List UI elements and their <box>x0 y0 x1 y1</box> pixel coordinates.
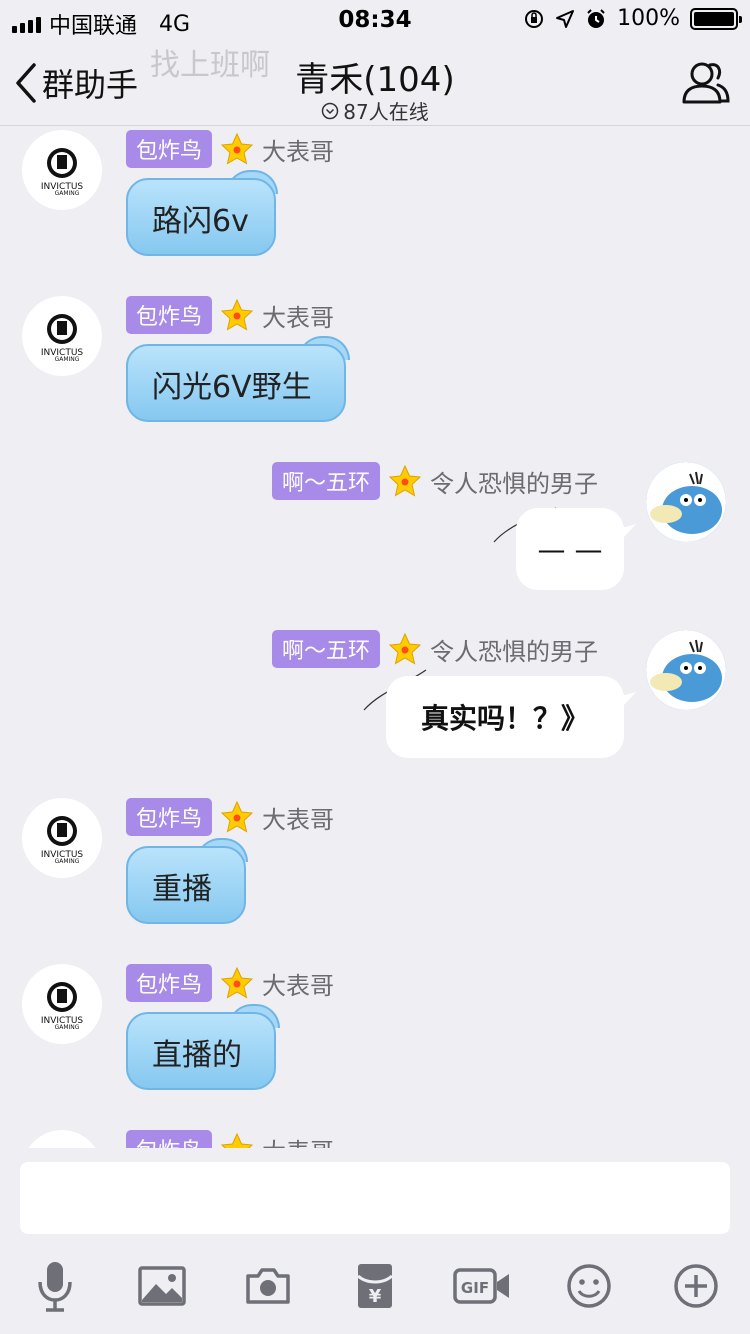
title-badge: 啊～五环 <box>272 630 381 668</box>
nav-bar: 找上班啊 群助手 青禾(104) 87人在线 <box>0 40 750 126</box>
input-toolbar: ¥ GIF <box>0 1250 750 1320</box>
star-icon <box>220 298 254 331</box>
message-bubble[interactable]: 直播的 <box>126 1012 276 1090</box>
sender-name: 大表哥 <box>262 805 335 834</box>
message-text: 重播 <box>152 872 212 907</box>
message-text: — — <box>537 532 603 566</box>
duck-avatar-icon <box>646 462 726 542</box>
star-icon <box>220 132 254 165</box>
page-title: 青禾(104) <box>295 60 455 100</box>
message-text: 闪光6V野生 <box>152 370 312 405</box>
sender-meta: 包炸鸟 大表哥 <box>126 798 334 836</box>
avatar-ig[interactable]: INVICTUS GAMING <box>22 296 102 376</box>
message-bubble[interactable]: 路闪6v <box>126 178 276 256</box>
sender-meta: 包炸鸟 大表哥 <box>126 130 334 168</box>
avatar-ig[interactable]: INVICTUS GAMING <box>22 798 102 878</box>
image-icon <box>138 1266 186 1306</box>
sender-meta: 啊～五环 令人恐惧的男子 <box>272 462 598 500</box>
message-text: 路闪6v <box>152 204 249 239</box>
avatar-ig[interactable]: INVICTUS GAMING <box>22 130 102 210</box>
star-icon <box>388 632 422 665</box>
message-text: 直播的 <box>152 1038 242 1073</box>
svg-text:GAMING: GAMING <box>55 190 80 195</box>
message-bubble[interactable]: 真实吗！？》 <box>386 676 624 758</box>
star-icon <box>220 800 254 833</box>
camera-button[interactable] <box>242 1260 294 1312</box>
sender-meta: 包炸鸟 大表哥 <box>126 1130 334 1148</box>
yuan-glyph: ¥ <box>369 1286 382 1307</box>
chevron-down-circle-icon <box>322 102 339 119</box>
svg-text:GAMING: GAMING <box>55 858 80 863</box>
sender-name: 大表哥 <box>262 971 335 1000</box>
voice-button[interactable] <box>29 1260 81 1312</box>
gif-button[interactable]: GIF <box>452 1260 512 1312</box>
chat-message-partial: 包炸鸟 大表哥 <box>0 1126 750 1148</box>
title-badge: 包炸鸟 <box>126 296 213 334</box>
avatar-duck[interactable] <box>646 630 726 710</box>
star-icon <box>388 464 422 497</box>
sender-meta: 啊～五环 令人恐惧的男子 <box>272 630 598 668</box>
svg-text:GAMING: GAMING <box>55 1024 80 1029</box>
rotation-lock-icon <box>525 9 544 28</box>
ig-logo-icon: INVICTUSGAMING <box>41 816 83 863</box>
title-badge: 包炸鸟 <box>126 1130 213 1148</box>
message-input[interactable] <box>20 1162 730 1234</box>
avatar-ig[interactable] <box>22 1130 102 1148</box>
emoji-button[interactable] <box>563 1260 615 1312</box>
online-count: 87人在线 <box>0 96 750 125</box>
status-bar: 中国联通 4G 08:34 100% <box>0 0 750 40</box>
star-icon <box>220 966 254 999</box>
online-label: 87人在线 <box>343 100 429 124</box>
sender-meta: 包炸鸟 大表哥 <box>126 296 334 334</box>
more-button[interactable] <box>670 1260 722 1312</box>
gif-icon: GIF <box>453 1268 509 1304</box>
photo-button[interactable] <box>136 1260 188 1312</box>
sender-name: 大表哥 <box>262 137 335 166</box>
red-packet-button[interactable]: ¥ <box>349 1260 401 1312</box>
message-text: 真实吗！？》 <box>420 702 589 735</box>
title-badge: 包炸鸟 <box>126 130 213 168</box>
red-packet-icon: ¥ <box>357 1264 393 1308</box>
sender-name: 大表哥 <box>262 1132 334 1149</box>
duck-avatar-icon <box>646 630 726 710</box>
alarm-icon <box>587 8 605 28</box>
battery-percent: 100% <box>617 6 680 31</box>
sender-name: 大表哥 <box>262 303 335 332</box>
ig-logo-icon <box>27 1145 97 1148</box>
ig-logo-icon: INVICTUSGAMING <box>41 148 83 195</box>
svg-text:GIF: GIF <box>461 1279 489 1297</box>
title-badge: 包炸鸟 <box>126 964 213 1002</box>
members-icon <box>682 62 730 104</box>
ig-logo-icon: INVICTUSGAMING <box>41 314 83 361</box>
svg-text:GAMING: GAMING <box>55 356 80 361</box>
title-badge: 啊～五环 <box>272 462 381 500</box>
microphone-icon <box>38 1262 72 1312</box>
message-bubble[interactable]: 重播 <box>126 846 246 924</box>
ig-logo-icon: INVICTUSGAMING <box>41 982 83 1029</box>
message-bubble[interactable]: 闪光6V野生 <box>126 344 346 422</box>
avatar-ig[interactable]: INVICTUS GAMING <box>22 964 102 1044</box>
location-icon <box>556 9 575 28</box>
group-members-button[interactable] <box>680 58 732 110</box>
message-bubble[interactable]: — — <box>516 508 624 590</box>
sender-name: 令人恐惧的男子 <box>430 469 599 498</box>
emoji-icon <box>567 1264 611 1308</box>
avatar-duck[interactable] <box>646 462 726 542</box>
camera-icon <box>246 1268 290 1304</box>
sender-meta: 包炸鸟 大表哥 <box>126 964 334 1002</box>
star-icon <box>220 1132 254 1148</box>
sender-name: 令人恐惧的男子 <box>430 637 599 666</box>
plus-icon <box>674 1264 718 1308</box>
title-badge: 包炸鸟 <box>126 798 213 836</box>
battery-icon <box>690 7 742 30</box>
